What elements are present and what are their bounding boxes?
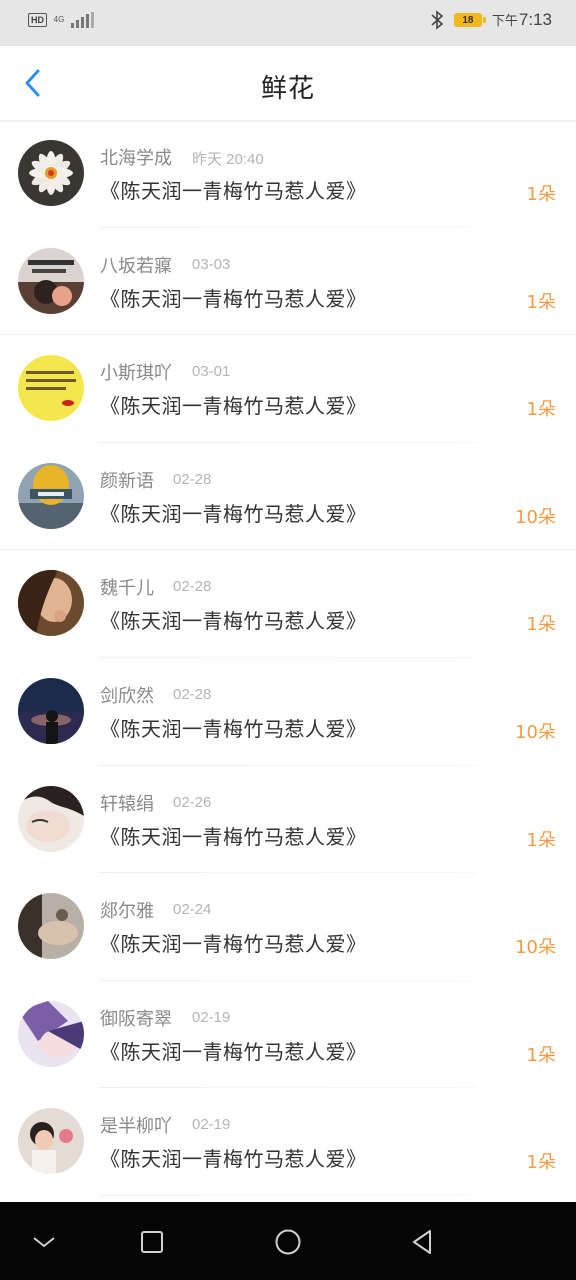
- avatar[interactable]: [18, 893, 84, 960]
- flower-count: 10朵: [515, 937, 556, 959]
- flower-count: 1朵: [526, 829, 556, 851]
- user-name: 郯尔雅: [100, 901, 154, 923]
- book-title: 《陈天润一青梅竹马惹人爱》: [100, 179, 367, 203]
- book-title: 《陈天润一青梅竹马惹人爱》: [100, 286, 367, 311]
- back-triangle-icon: [413, 1230, 431, 1254]
- flower-count: 1朵: [526, 291, 556, 313]
- send-date: 02-24: [173, 901, 212, 919]
- divider: [98, 1194, 476, 1196]
- list-item[interactable]: 魏千儿 02-28 《陈天润一青梅竹马惹人爱》 1朵: [0, 550, 576, 658]
- list-item[interactable]: 御阪寄翠 02-19 《陈天润一青梅竹马惹人爱》 1朵: [0, 981, 576, 1089]
- status-left: HD 4G: [28, 12, 94, 28]
- flower-list: 北海学成 昨天 20:40 《陈天润一青梅竹马惹人爱》 1朵 八坂若寱 03-0…: [0, 120, 576, 1196]
- avatar[interactable]: [18, 1108, 84, 1175]
- clock: 下午7:13: [492, 10, 552, 30]
- avatar[interactable]: [18, 785, 84, 852]
- user-name: 北海学成: [100, 148, 172, 169]
- nav-down-icon: [33, 1237, 55, 1248]
- send-date: 02-28: [173, 470, 212, 488]
- user-name: 剑欣然: [100, 685, 154, 707]
- send-date: 02-19: [192, 1116, 231, 1134]
- signal-icon: [71, 12, 94, 28]
- book-title: 《陈天润一青梅竹马惹人爱》: [100, 824, 367, 849]
- book-title: 《陈天润一青梅竹马惹人爱》: [100, 501, 367, 526]
- user-name: 是半柳吖: [100, 1116, 172, 1138]
- flower-count: 1朵: [526, 1152, 556, 1174]
- system-nav-bar: [0, 1202, 576, 1280]
- app-header: 鲜花: [0, 46, 576, 121]
- flower-count: 1朵: [526, 184, 556, 205]
- avatar[interactable]: [18, 140, 84, 206]
- flower-count: 1朵: [526, 614, 556, 636]
- avatar[interactable]: [18, 355, 84, 422]
- list-item[interactable]: 剑欣然 02-28 《陈天润一青梅竹马惹人爱》 10朵: [0, 658, 576, 766]
- network-type: 4G: [53, 15, 65, 24]
- flower-count: 10朵: [515, 506, 556, 528]
- nav-down-button[interactable]: [24, 1222, 64, 1262]
- hd-icon: HD: [28, 13, 47, 27]
- avatar[interactable]: [18, 247, 84, 314]
- list-item[interactable]: 是半柳吖 02-19 《陈天润一青梅竹马惹人爱》 1朵: [0, 1088, 576, 1196]
- book-title: 《陈天润一青梅竹马惹人爱》: [100, 1147, 367, 1172]
- clock-ampm: 下午: [491, 13, 518, 28]
- bluetooth-icon: [431, 10, 444, 30]
- user-name: 八坂若寱: [100, 255, 172, 277]
- list-item[interactable]: 轩辕绢 02-26 《陈天润一青梅竹马惹人爱》 1朵: [0, 766, 576, 874]
- book-title: 《陈天润一青梅竹马惹人爱》: [100, 609, 367, 634]
- battery-icon: 18: [453, 13, 486, 27]
- send-date: 02-28: [173, 578, 212, 596]
- user-name: 轩辕绢: [100, 793, 154, 815]
- avatar[interactable]: [18, 1000, 84, 1067]
- send-date: 02-19: [192, 1008, 231, 1026]
- home-icon: [275, 1229, 301, 1255]
- avatar[interactable]: [18, 462, 84, 529]
- flower-count: 1朵: [526, 1044, 556, 1066]
- list-item[interactable]: 小斯琪吖 03-01 《陈天润一青梅竹马惹人爱》 1朵: [0, 335, 576, 443]
- book-title: 《陈天润一青梅竹马惹人爱》: [100, 1039, 367, 1064]
- user-name: 颜新语: [100, 470, 154, 492]
- send-date: 03-03: [192, 255, 231, 273]
- book-title: 《陈天润一青梅竹马惹人爱》: [100, 716, 367, 741]
- user-name: 御阪寄翠: [100, 1008, 172, 1030]
- book-title: 《陈天润一青梅竹马惹人爱》: [100, 394, 367, 419]
- page-title: 鲜花: [260, 74, 315, 104]
- send-date: 昨天 20:40: [192, 151, 264, 168]
- flower-count: 1朵: [526, 399, 556, 421]
- flower-count: 10朵: [515, 721, 556, 743]
- list-item[interactable]: 郯尔雅 02-24 《陈天润一青梅竹马惹人爱》 10朵: [0, 873, 576, 981]
- user-name: 小斯琪吖: [100, 363, 172, 385]
- avatar[interactable]: [18, 677, 84, 744]
- status-right: 18 下午7:13: [430, 10, 552, 30]
- send-date: 03-01: [192, 363, 231, 381]
- send-date: 02-28: [173, 685, 212, 703]
- user-name: 魏千儿: [100, 578, 154, 600]
- avatar[interactable]: [18, 570, 84, 637]
- list-item[interactable]: 北海学成 昨天 20:40 《陈天润一青梅竹马惹人爱》 1朵: [0, 120, 576, 228]
- home-button[interactable]: [268, 1222, 308, 1262]
- status-bar: HD 4G 18 下午7:13: [0, 0, 576, 46]
- list-item[interactable]: 颜新语 02-28 《陈天润一青梅竹马惹人爱》 10朵: [0, 443, 576, 551]
- back-nav-button[interactable]: [402, 1222, 442, 1262]
- recent-apps-icon: [141, 1231, 163, 1253]
- send-date: 02-26: [173, 793, 212, 811]
- clock-time: 7:13: [518, 10, 552, 29]
- battery-level: 18: [462, 14, 474, 26]
- book-title: 《陈天润一青梅竹马惹人爱》: [100, 932, 367, 957]
- list-item[interactable]: 八坂若寱 03-03 《陈天润一青梅竹马惹人爱》 1朵: [0, 228, 576, 336]
- recent-apps-button[interactable]: [132, 1222, 172, 1262]
